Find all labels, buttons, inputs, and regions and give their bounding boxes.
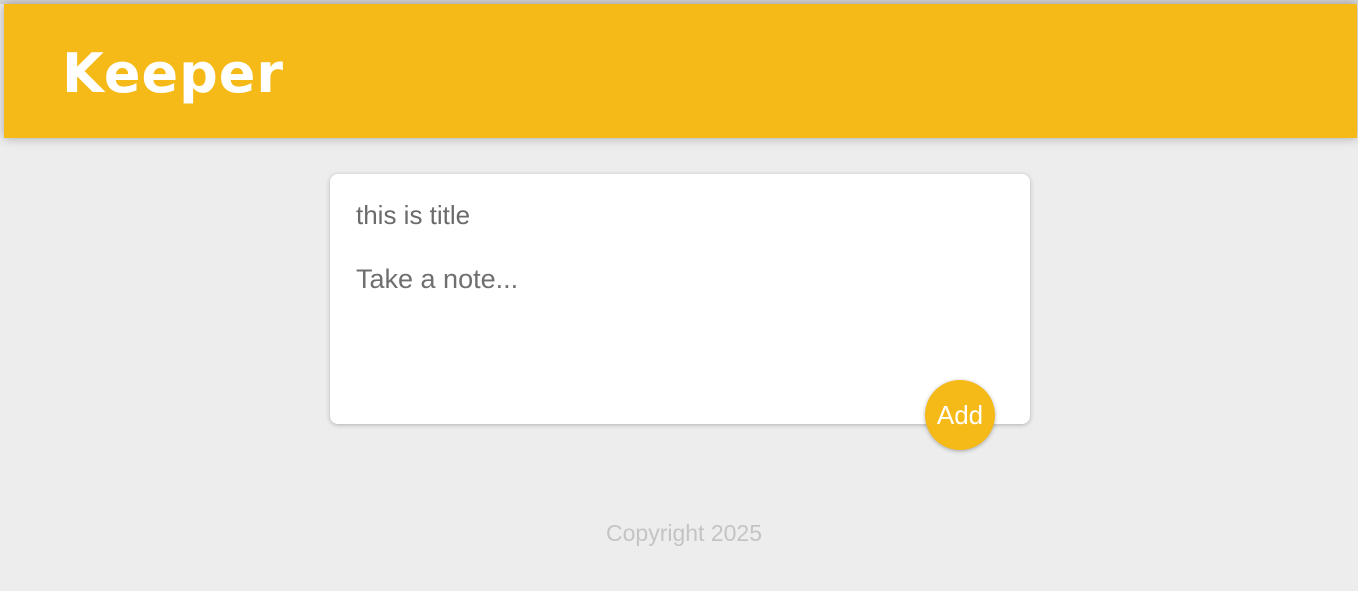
page: Keeper Add Copyright 2025 bbox=[0, 0, 1358, 591]
app-header: Keeper bbox=[4, 4, 1357, 138]
add-note-button[interactable]: Add bbox=[925, 380, 995, 450]
note-content-input[interactable] bbox=[356, 264, 996, 384]
footer: Copyright 2025 bbox=[0, 520, 1358, 547]
create-note-form: Add bbox=[330, 174, 1030, 450]
note-title-input[interactable] bbox=[356, 198, 996, 232]
copyright-text: Copyright 2025 bbox=[606, 520, 762, 546]
app-title: Keeper bbox=[62, 42, 285, 105]
